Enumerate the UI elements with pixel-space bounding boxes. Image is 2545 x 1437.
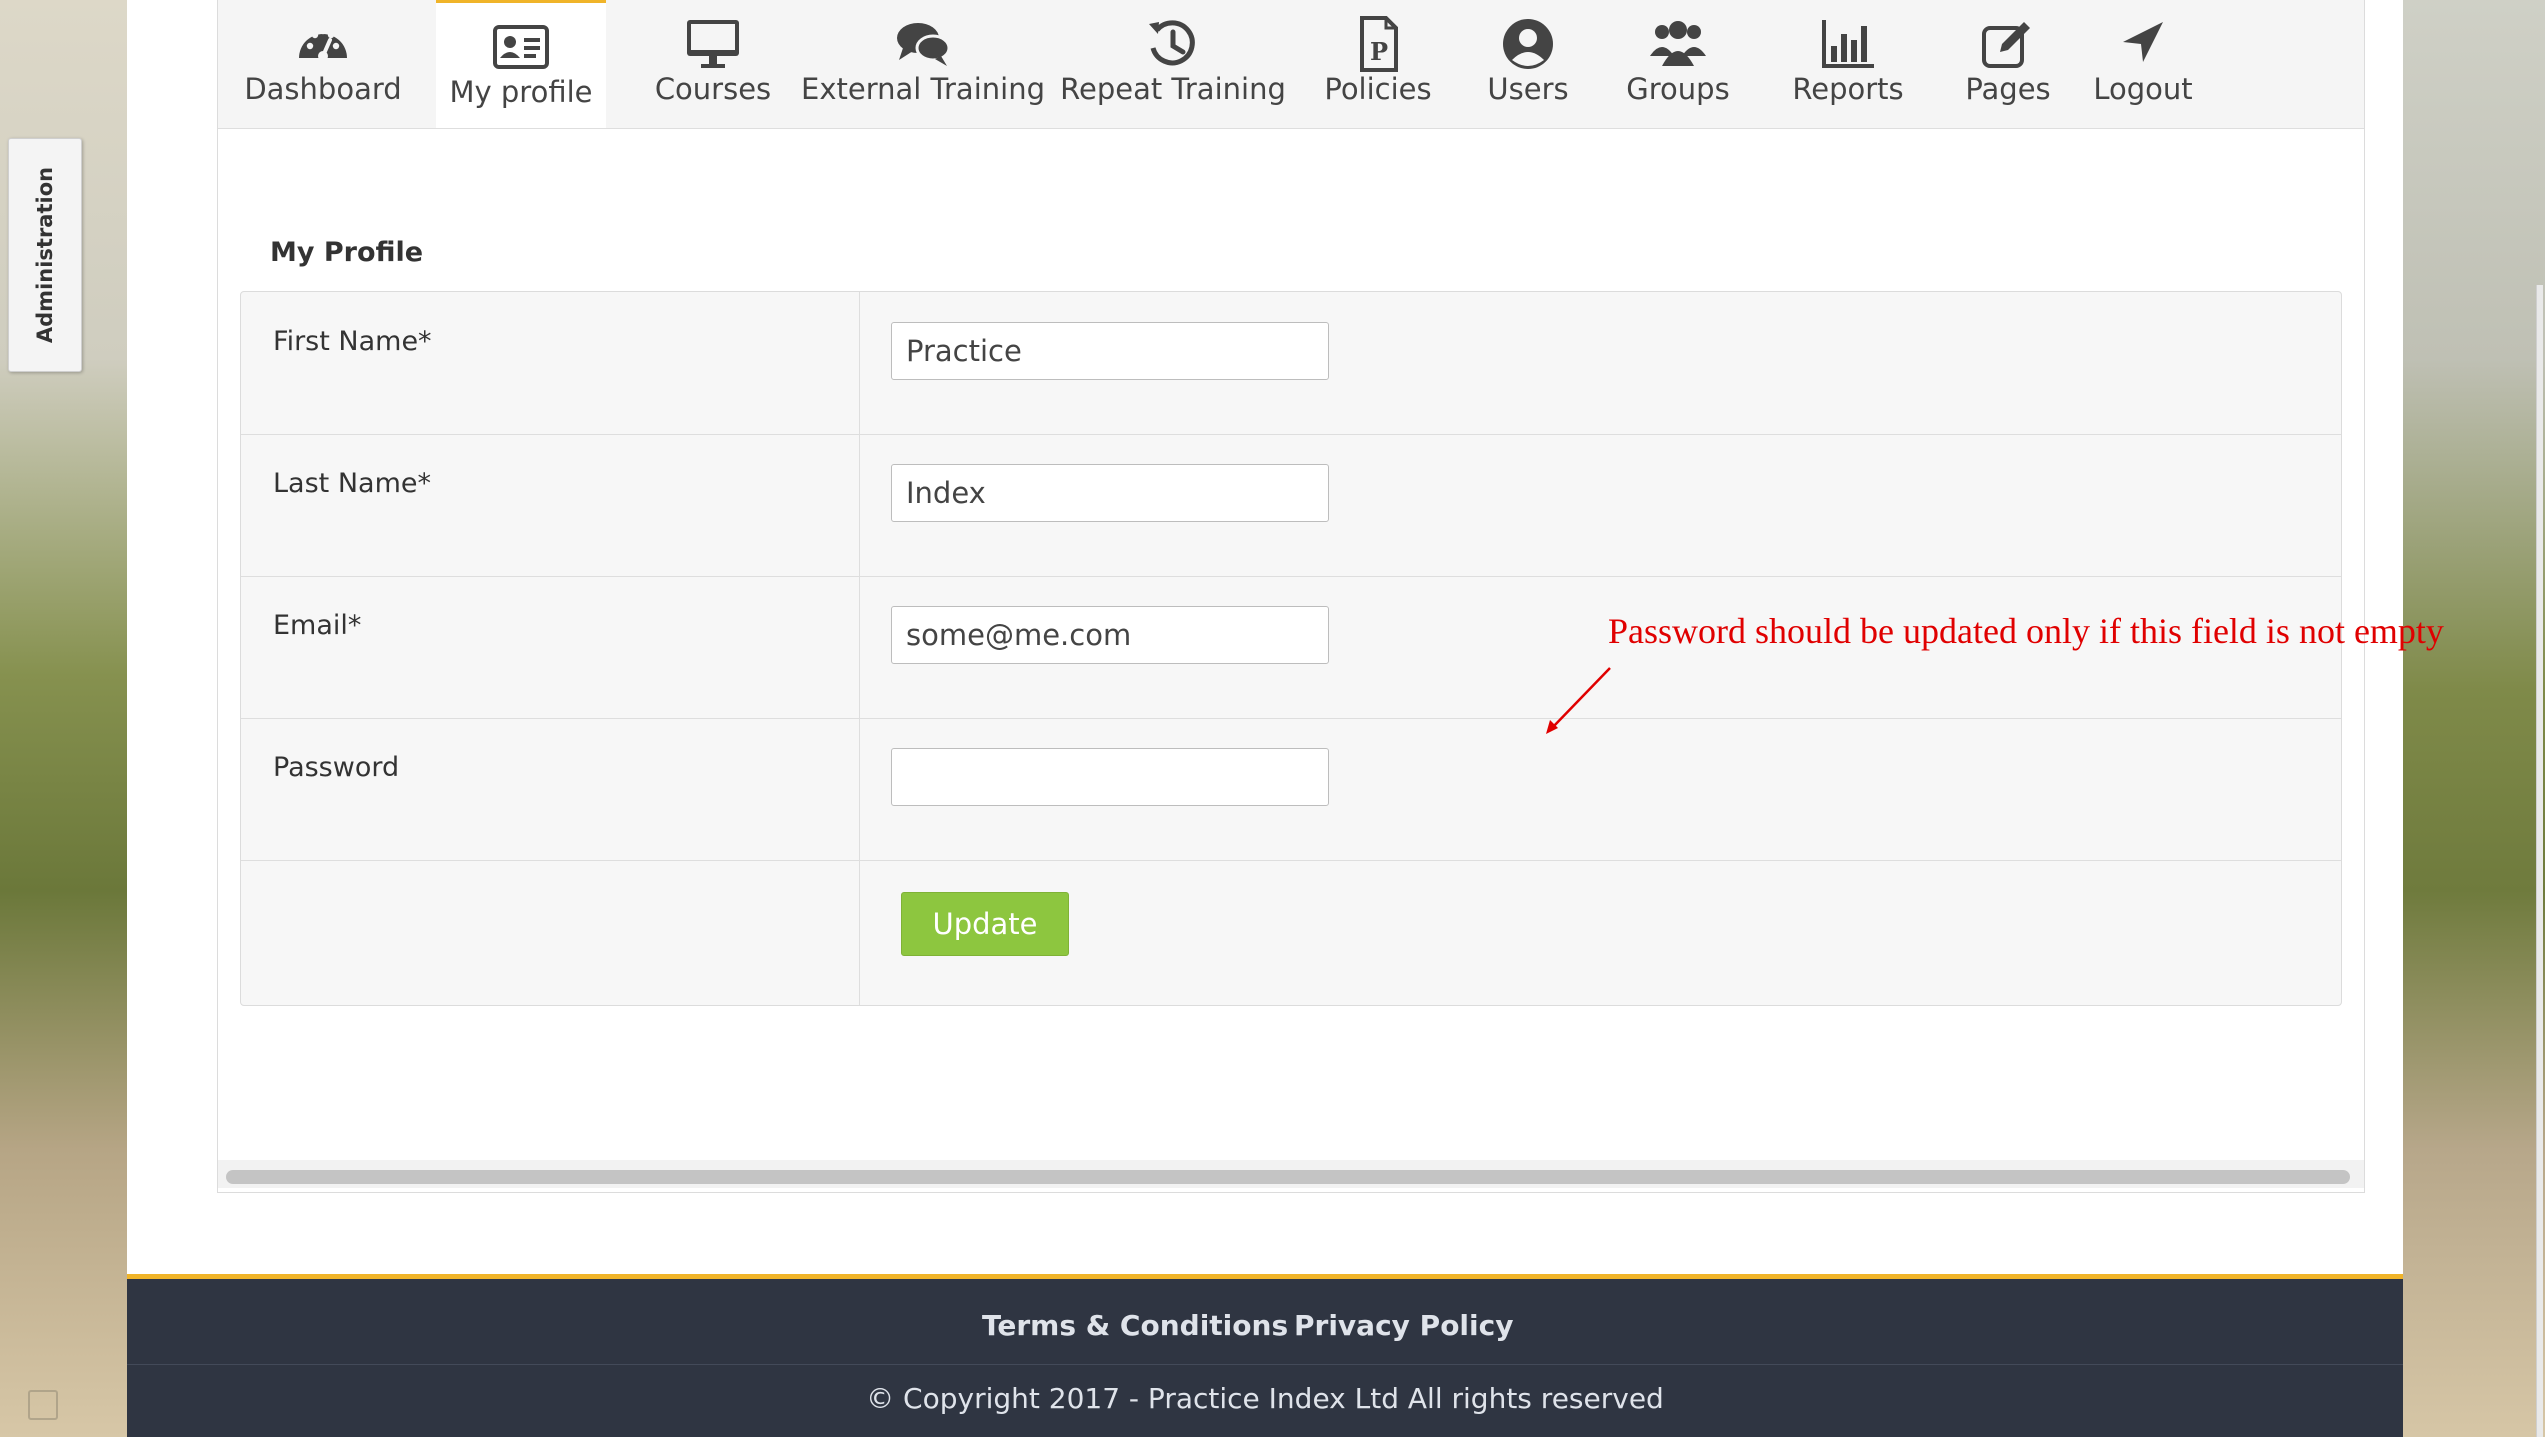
nav-item-policies[interactable]: P Policies (1298, 0, 1458, 128)
nav-item-dashboard[interactable]: Dashboard (238, 0, 408, 128)
history-icon (1149, 20, 1195, 66)
dashboard-icon (299, 27, 347, 61)
nav-item-label: Policies (1324, 72, 1432, 106)
main-nav: Dashboard My profile Courses External Tr… (218, 0, 2364, 129)
field-label-cell (241, 860, 860, 1005)
nav-item-external-training[interactable]: External Training (798, 0, 1048, 128)
nav-item-label: Users (1487, 72, 1569, 106)
expand-icon[interactable] (28, 1390, 58, 1420)
nav-item-label: Repeat Training (1060, 72, 1286, 106)
annotation-note: Password should be updated only if this … (1608, 611, 2444, 651)
terms-link[interactable]: Terms & Conditions (982, 1309, 1288, 1342)
form-row-password: Password (241, 718, 2341, 861)
password-field[interactable] (891, 748, 1329, 806)
field-label-cell: Password (241, 718, 860, 860)
nav-item-pages[interactable]: Pages (1938, 0, 2078, 128)
first-name-label: First Name* (273, 326, 432, 357)
update-button[interactable]: Update (901, 892, 1069, 956)
bar-chart-icon (1822, 20, 1874, 68)
nav-item-groups[interactable]: Groups (1598, 0, 1758, 128)
users-group-icon (1650, 21, 1706, 66)
background-right (2403, 0, 2545, 1437)
last-name-label: Last Name* (273, 468, 431, 499)
nav-item-label: My profile (449, 75, 593, 109)
nav-item-label: Courses (654, 72, 772, 106)
nav-item-label: External Training (801, 72, 1045, 106)
scrollbar-thumb[interactable] (226, 1170, 2350, 1184)
footer-links: Terms & Conditions Privacy Policy (127, 1279, 2403, 1365)
svg-text:P: P (1370, 37, 1388, 66)
location-arrow-icon (2123, 22, 2163, 62)
email-field[interactable] (891, 606, 1329, 664)
policy-document-icon: P (1360, 16, 1398, 72)
main-panel: Dashboard My profile Courses External Tr… (217, 0, 2444, 1193)
privacy-link[interactable]: Privacy Policy (1294, 1309, 1513, 1342)
administration-tab-label: Administration (33, 166, 57, 344)
annotation-arrow-icon (1546, 667, 1611, 734)
last-name-field[interactable] (891, 464, 1329, 522)
field-label-cell: First Name* (241, 292, 860, 434)
edit-page-icon (1982, 22, 2030, 68)
nav-item-label: Dashboard (244, 72, 402, 106)
nav-item-label: Pages (1965, 72, 2051, 106)
nav-item-reports[interactable]: Reports (1758, 0, 1938, 128)
nav-item-label: Logout (2093, 72, 2193, 106)
nav-item-users[interactable]: Users (1458, 0, 1598, 128)
page: Dashboard My profile Courses External Tr… (127, 0, 2444, 1437)
monitor-icon (687, 20, 739, 68)
id-card-icon (493, 25, 549, 69)
window-scrollbar[interactable] (2536, 285, 2543, 1437)
nav-item-label: Groups (1626, 72, 1730, 106)
form-row-actions: Update (241, 860, 2341, 1005)
form-row-last-name: Last Name* (241, 434, 2341, 577)
administration-tab[interactable]: Administration (8, 138, 82, 372)
field-label-cell: Email* (241, 576, 860, 718)
nav-item-repeat-training[interactable]: Repeat Training (1048, 0, 1298, 128)
first-name-field[interactable] (891, 322, 1329, 380)
nav-item-courses[interactable]: Courses (623, 0, 803, 128)
nav-item-logout[interactable]: Logout (2078, 0, 2208, 128)
copyright-text: © Copyright 2017 - Practice Index Ltd Al… (866, 1382, 1664, 1415)
form-row-first-name: First Name* (241, 292, 2341, 435)
user-circle-icon (1503, 19, 1553, 69)
email-label: Email* (273, 610, 362, 641)
page-title: My Profile (270, 237, 424, 268)
horizontal-scrollbar[interactable] (218, 1160, 2364, 1188)
nav-item-my-profile[interactable]: My profile (436, 0, 606, 128)
chat-bubbles-icon (897, 23, 951, 66)
field-label-cell: Last Name* (241, 434, 860, 576)
password-label: Password (273, 752, 400, 783)
footer: Terms & Conditions Privacy Policy © Copy… (127, 1274, 2403, 1437)
nav-item-label: Reports (1792, 72, 1904, 106)
